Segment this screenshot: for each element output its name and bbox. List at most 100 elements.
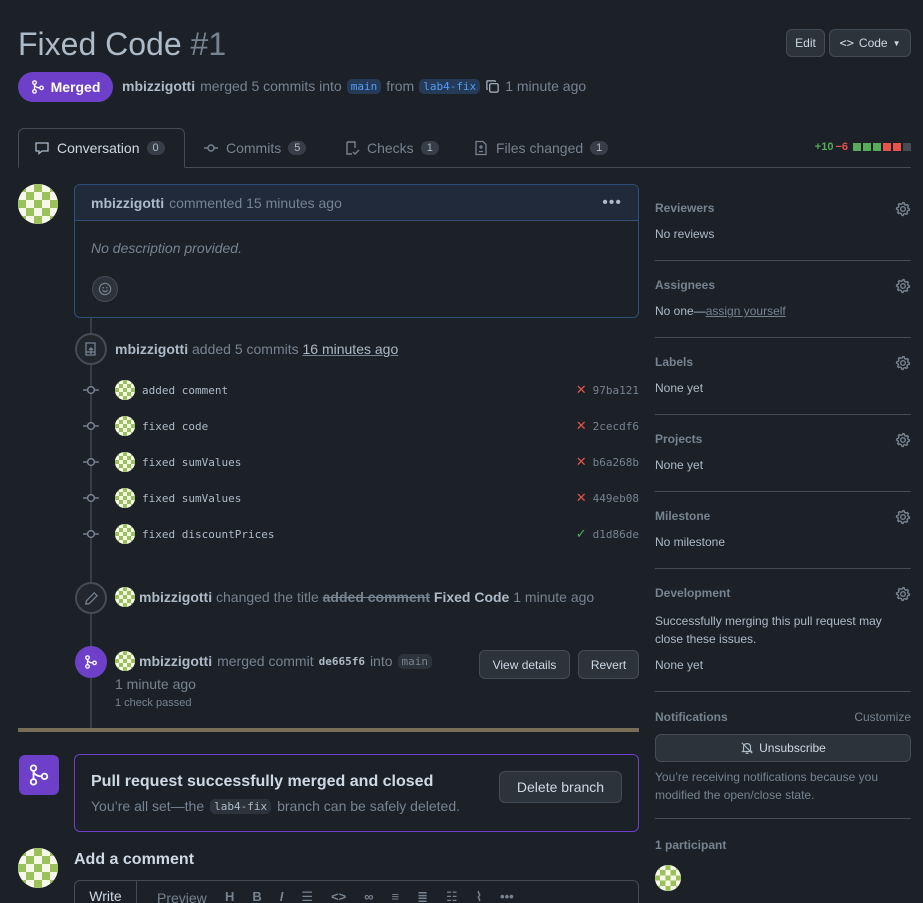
code-icon[interactable]: <> (331, 889, 346, 903)
comment-author[interactable]: mbizzigotti (91, 195, 164, 211)
pr-time: 1 minute ago (505, 78, 587, 94)
copy-icon[interactable] (485, 79, 500, 94)
checks-passed-text[interactable]: 1 check passed (115, 697, 191, 709)
code-button[interactable]: <> Code ▼ (829, 29, 911, 57)
check-icon[interactable]: ✓ (576, 526, 587, 542)
commit-message[interactable]: fixed discountPrices (142, 528, 274, 541)
avatar[interactable] (115, 524, 135, 544)
commit-message[interactable]: fixed sumValues (142, 492, 241, 505)
attachment-icon[interactable]: ⌇ (476, 889, 482, 903)
diffstat-square (883, 143, 891, 151)
avatar[interactable] (115, 380, 135, 400)
heading-icon[interactable]: H (225, 889, 234, 903)
rename-event-author[interactable]: mbizzigotti (139, 589, 212, 605)
commit-sha[interactable]: d1d86de (593, 528, 639, 541)
avatar[interactable] (115, 587, 135, 607)
view-details-button[interactable]: View details (479, 650, 570, 679)
comment-icon (35, 142, 49, 155)
unsubscribe-button[interactable]: Unsubscribe (655, 734, 911, 762)
diffstat[interactable]: +10 −6 (815, 141, 911, 153)
merge-target-branch[interactable]: main (397, 653, 433, 669)
diffstat-square (853, 143, 861, 151)
pr-author-link[interactable]: mbizzigotti (122, 78, 195, 94)
avatar[interactable] (115, 452, 135, 472)
gear-icon[interactable] (895, 278, 911, 294)
commit-row: fixed sumValues ✕ 449eb08 (82, 486, 639, 510)
sidebar-value: No one—assign yourself (655, 304, 911, 318)
gear-icon[interactable] (895, 201, 911, 217)
commits-event-time[interactable]: 16 minutes ago (303, 341, 399, 357)
unordered-list-icon[interactable]: ≣ (417, 889, 428, 903)
link-icon[interactable]: ∞ (364, 889, 373, 903)
customize-link[interactable]: Customize (854, 710, 911, 724)
tab-commits[interactable]: Commits 5 (188, 128, 321, 168)
base-branch[interactable]: main (346, 78, 382, 94)
sidebar-development: Development Successfully merging this pu… (655, 586, 911, 692)
fail-x-icon[interactable]: ✕ (576, 382, 587, 398)
pr-title: Fixed Code #1 (18, 26, 226, 63)
sidebar-label: Reviewers (655, 201, 715, 215)
commit-sha[interactable]: b6a268b (593, 456, 639, 469)
delete-branch-button[interactable]: Delete branch (499, 771, 622, 803)
timeline-divider (18, 728, 639, 732)
commit-message[interactable]: fixed code (142, 420, 208, 433)
rename-event-time[interactable]: 1 minute ago (513, 589, 594, 605)
edit-button[interactable]: Edit (786, 29, 825, 57)
merge-event-time[interactable]: 1 minute ago (115, 676, 196, 692)
tab-label: Files changed (496, 140, 584, 156)
bold-icon[interactable]: B (252, 889, 261, 903)
commit-message[interactable]: added comment (142, 384, 228, 397)
tab-write[interactable]: Write (75, 881, 137, 903)
commit-node-icon (82, 381, 100, 399)
tab-conversation[interactable]: Conversation 0 (18, 128, 185, 168)
assign-yourself-link[interactable]: assign yourself (706, 304, 786, 318)
gear-icon[interactable] (895, 432, 911, 448)
avatar[interactable] (115, 651, 135, 671)
tab-checks[interactable]: Checks 1 (329, 128, 454, 168)
tab-preview[interactable]: Preview (157, 890, 207, 903)
merge-status-box: Pull request successfully merged and clo… (74, 754, 639, 832)
pr-summary-line: mbizzigotti merged 5 commits into main f… (122, 78, 586, 94)
participant-avatar[interactable] (655, 865, 681, 891)
fail-x-icon[interactable]: ✕ (576, 490, 587, 506)
comment-box: mbizzigotti commented 15 minutes ago •••… (74, 184, 639, 318)
bell-slash-icon (741, 742, 753, 755)
add-reaction-button[interactable] (92, 276, 118, 302)
quote-icon[interactable]: ☰ (301, 889, 313, 903)
assignees-value: No one— (655, 304, 706, 318)
rename-event-text: mbizzigotti changed the title added comm… (139, 589, 594, 605)
avatar[interactable] (115, 488, 135, 508)
revert-button[interactable]: Revert (578, 650, 639, 679)
avatar[interactable] (18, 184, 58, 224)
tab-counter: 1 (420, 141, 439, 155)
commits-event-author[interactable]: mbizzigotti (115, 341, 188, 357)
fail-x-icon[interactable]: ✕ (576, 418, 587, 434)
commit-sha[interactable]: 2cecdf6 (593, 420, 639, 433)
more-options-icon[interactable]: ••• (500, 889, 514, 903)
sidebar-label: Labels (655, 355, 694, 369)
avatar[interactable] (115, 416, 135, 436)
gear-icon[interactable] (895, 586, 911, 602)
tab-files-changed[interactable]: Files changed 1 (458, 128, 623, 168)
head-branch[interactable]: lab4-fix (419, 78, 481, 94)
sidebar-assignees: Assignees No one—assign yourself (655, 278, 911, 338)
merge-commit-sha[interactable]: de665f6 (319, 655, 365, 668)
commit-sha[interactable]: 97ba121 (593, 384, 639, 397)
ordered-list-icon[interactable]: ≡ (392, 889, 400, 903)
more-options-icon[interactable]: ••• (602, 194, 622, 212)
comment-body: No description provided. (91, 240, 242, 256)
commit-message[interactable]: fixed sumValues (142, 456, 241, 469)
fail-x-icon[interactable]: ✕ (576, 454, 587, 470)
avatar[interactable] (18, 848, 58, 888)
repo-push-icon (85, 342, 96, 356)
commit-icon (204, 144, 218, 152)
task-list-icon[interactable]: ☷ (446, 889, 458, 903)
italic-icon[interactable]: I (280, 889, 284, 903)
chevron-down-icon: ▼ (892, 38, 901, 48)
pr-number: #1 (190, 26, 227, 62)
gear-icon[interactable] (895, 355, 911, 371)
merge-event-author[interactable]: mbizzigotti (139, 653, 212, 669)
pr-tabs: Conversation 0 Commits 5 Checks 1 Files … (18, 128, 911, 168)
commit-sha[interactable]: 449eb08 (593, 492, 639, 505)
gear-icon[interactable] (895, 509, 911, 525)
